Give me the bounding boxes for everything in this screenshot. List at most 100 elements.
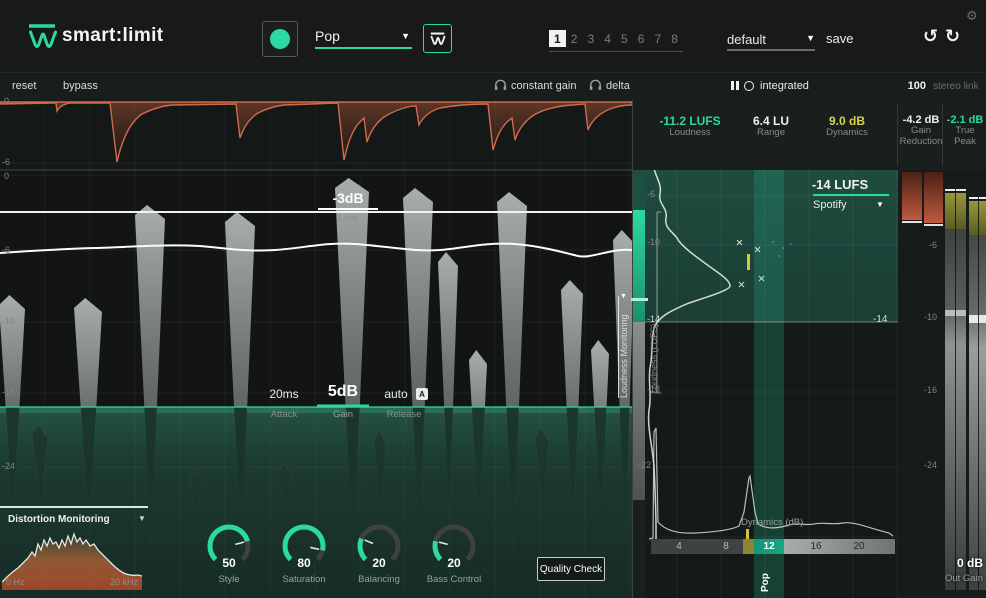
gr-meter-left [902,172,922,220]
distortion-panel-topline [0,506,148,508]
meter-split-right [978,197,979,590]
headphones-icon [494,79,507,90]
preset-dropdown[interactable]: default ▼ [727,31,815,51]
target-underline [813,194,889,196]
loudness-meter-bar [633,210,645,322]
gr-meter-right [924,172,943,223]
loudness-axis-label: Loudness (LUFS) [649,323,659,394]
saturation-value: 80 [297,556,311,570]
freq-max-label: 20 kHz [110,577,139,587]
loudness-graph: -6 -10 -14 -18 -22 Loudness (LUFS) -14 L… [631,167,899,598]
limit-label: Limit [337,213,359,224]
preset-slot-7[interactable]: 7 [650,30,667,47]
divider [897,104,898,166]
preset-slot-3[interactable]: 3 [583,30,600,47]
saturation-knob[interactable]: 80 Saturation [280,524,328,585]
gain-value[interactable]: 5dB [317,383,369,401]
reset-button[interactable]: reset [12,80,36,92]
chevron-down-icon[interactable]: ▼ [138,514,146,523]
gain-reduction-metric: -4.2 dB Gain Reduction [899,114,943,147]
loudness-meter-bottom [633,500,645,598]
freq-min-label: 0 Hz [6,577,25,587]
undo-icon[interactable]: ↺ [923,26,938,47]
target-loudness-value[interactable]: -14 LUFS [798,177,882,192]
chevron-down-icon: ▼ [876,200,884,209]
slot-underline [549,51,683,52]
integrated-mode-icon[interactable] [744,81,754,91]
bass-control-knob[interactable]: 20 Bass Control [427,524,481,585]
record-learn-button[interactable] [262,21,298,57]
constant-gain-toggle[interactable]: constant gain [511,80,576,92]
smart-engine-button[interactable] [423,24,452,53]
header-bar: smart:limit Pop ▼ 1 2 3 4 5 6 7 8 defaul… [0,0,986,73]
gr-hold-left [902,221,922,223]
balancing-value: 20 [372,556,386,570]
loudness-meter-gray [633,322,645,500]
balancing-knob[interactable]: 20 Balancing [355,524,403,585]
meter-split-left [955,189,956,590]
limit-value[interactable]: -3dB [318,190,378,210]
integrated-toggle[interactable]: integrated [760,80,809,92]
preset-slot-4[interactable]: 4 [599,30,616,47]
bypass-button[interactable]: bypass [63,80,98,92]
dropdown-underline [727,49,815,51]
save-button[interactable]: save [826,31,853,46]
smart-limit-plugin-window: smart:limit Pop ▼ 1 2 3 4 5 6 7 8 defaul… [0,0,986,598]
stereo-link-value[interactable]: 100 [898,80,926,92]
preset-slot-2[interactable]: 2 [566,30,583,47]
style-value: 50 [222,556,236,570]
gr-hold-right [924,224,943,226]
release-label: Release [386,409,422,420]
delta-toggle[interactable]: delta [606,80,630,92]
attack-value[interactable]: 20ms [256,387,312,401]
style-knob[interactable]: 50 Style [205,524,253,585]
limit-handle[interactable]: -3dB Limit [318,190,378,224]
stereo-link-label: stereo link [933,81,979,92]
settings-gear-icon[interactable]: ⚙ [966,8,978,24]
genre-profile-dropdown[interactable]: Pop ▼ [315,28,412,49]
range-metric: 6.4 LU Range [752,114,789,138]
secondary-toolbar: reset bypass constant gain delta integra… [0,73,986,101]
chevron-down-icon: ▼ [806,33,815,43]
attack-label: Attack [270,409,298,420]
redo-icon[interactable]: ↻ [945,26,960,47]
preset-slot-6[interactable]: 6 [633,30,650,47]
dynamics-current-tick [746,529,749,539]
out-gain-label: Out Gain [944,573,983,584]
bass-control-value: 20 [447,556,461,570]
sonible-glyph-icon [430,32,446,45]
auto-release-badge[interactable]: A [416,388,428,400]
loudness-monitoring-tab[interactable]: Loudness Monitoring [619,302,629,398]
app-title: smart:limit [62,25,164,46]
style-label: Style [218,574,240,585]
preset-slot-8[interactable]: 8 [666,30,683,47]
preset-slot-row: 1 2 3 4 5 6 7 8 [549,30,683,47]
genre-tag: Pop [760,573,771,592]
dynamics-axis-bar[interactable]: 4 8 12 16 20 [651,539,895,554]
metrics-header: -11.2 LUFS Loudness 6.4 LU Range 9.0 dB … [633,100,986,171]
saturation-label: Saturation [282,574,326,585]
pause-icon[interactable] [731,81,739,90]
preset-slot-1[interactable]: 1 [549,30,566,47]
dropdown-underline [315,47,412,49]
platform-dropdown[interactable]: Spotify [813,199,847,211]
quality-check-button[interactable]: Quality Check [537,557,605,581]
dynamics-metric: 9.0 dB Dynamics [826,114,868,138]
headphones-icon [589,79,602,90]
sonible-logo-icon [29,24,57,48]
record-indicator [270,29,290,49]
loudness-metric: -11.2 LUFS Loudness [659,114,721,138]
gr-scale-0: 0 [4,96,10,106]
true-peak-metric: -2.1 dB True Peak [946,114,984,147]
distortion-monitoring-dropdown[interactable]: Distortion Monitoring [8,514,110,525]
out-gain-value[interactable]: 0 dB [921,556,983,570]
loudness-meter-tick [631,298,648,301]
release-value[interactable]: auto [376,387,416,401]
gr-scale-6: -6 [2,157,11,167]
preset-slot-5[interactable]: 5 [616,30,633,47]
loudness-meter-top [633,170,645,210]
balancing-label: Balancing [358,574,400,585]
target-marker-label: -14 [873,314,888,325]
dynamics-axis-title: Dynamics (dB) [741,517,804,528]
genre-profile-value: Pop [315,28,340,44]
